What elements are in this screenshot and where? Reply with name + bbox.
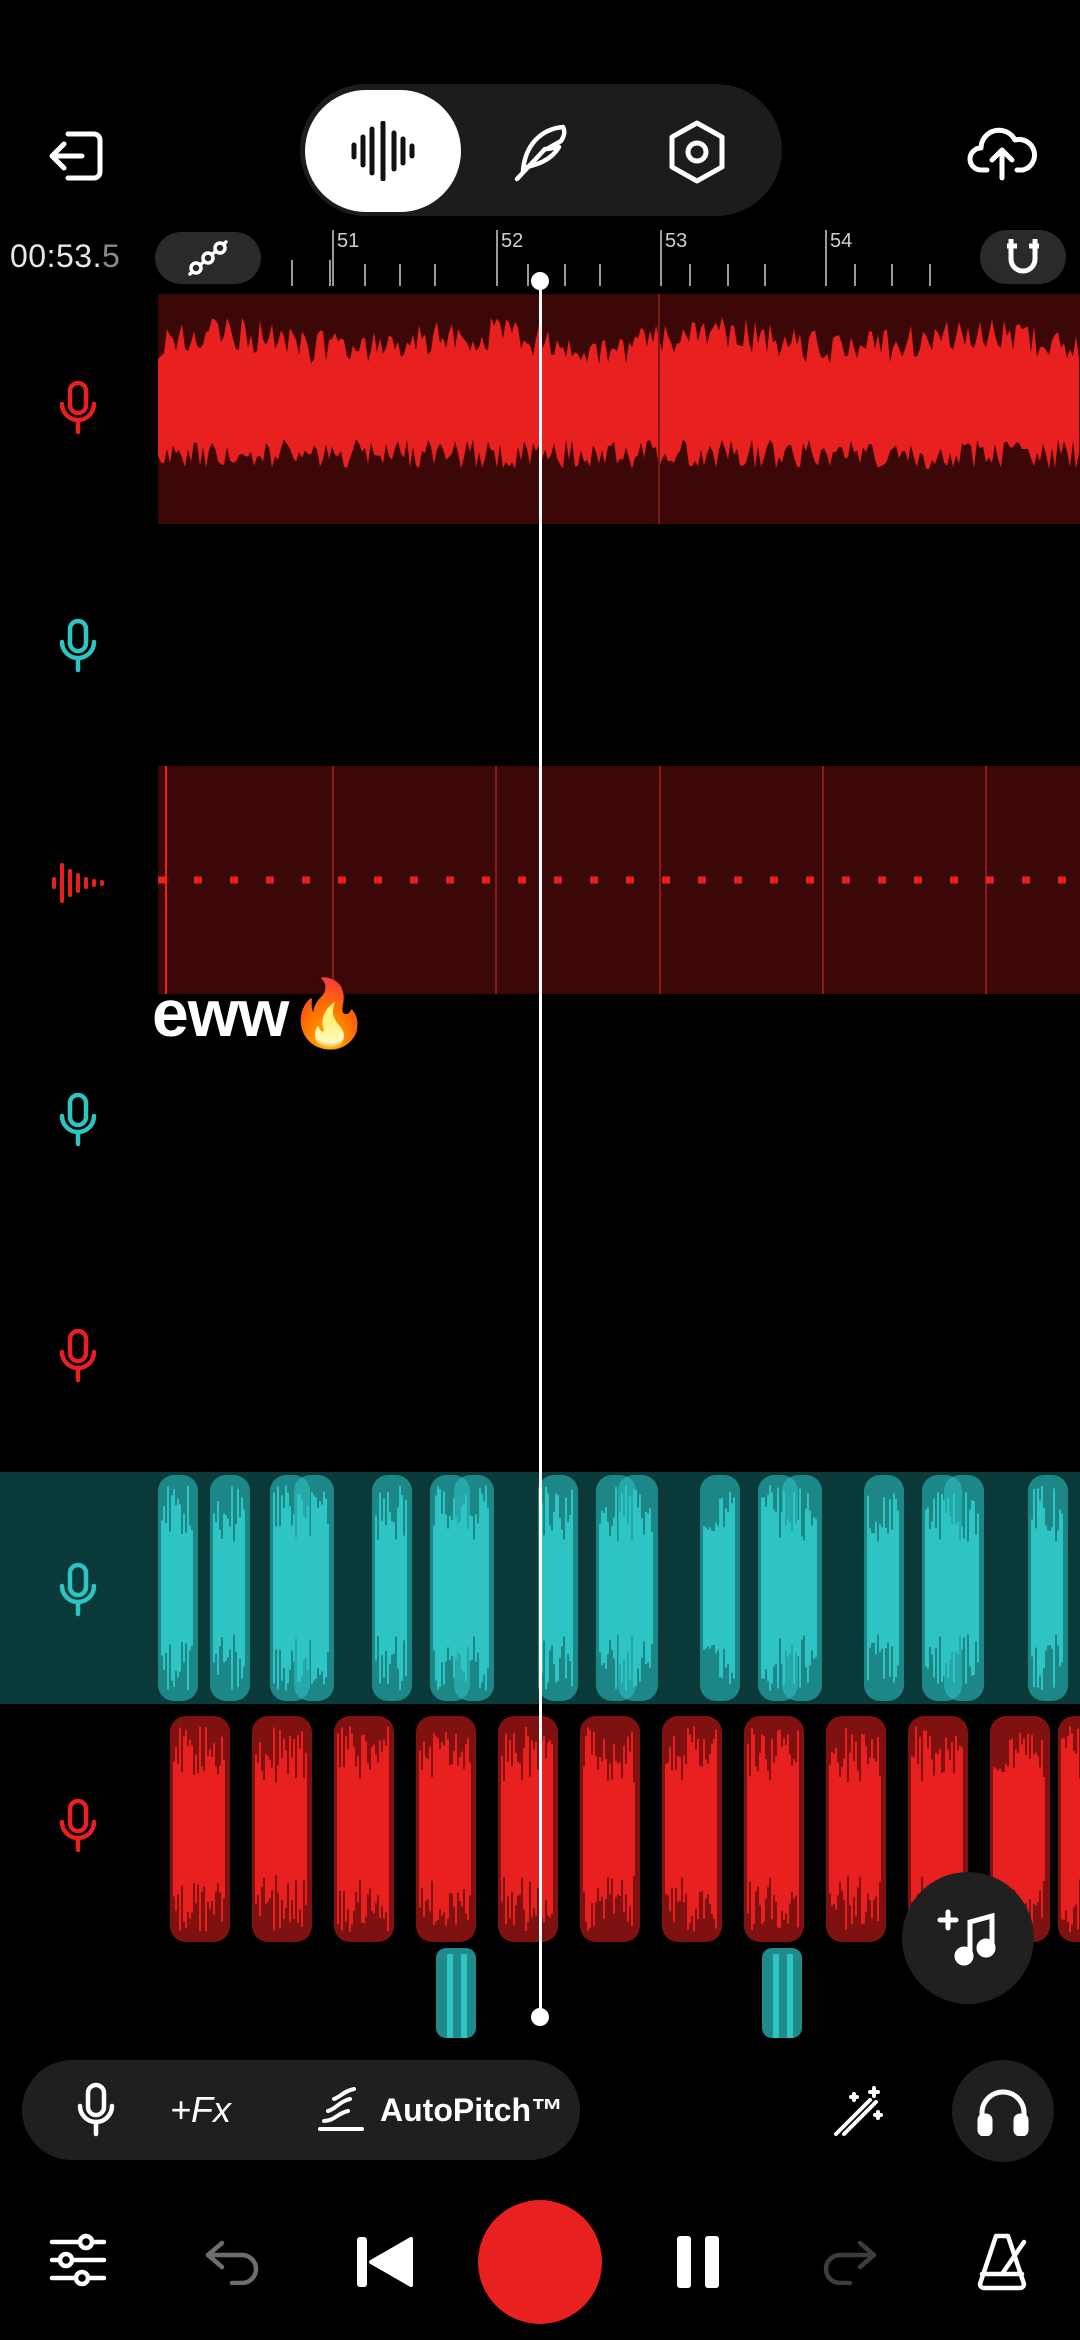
undo-icon — [202, 2235, 262, 2285]
exit-button[interactable] — [40, 120, 112, 192]
audio-clip[interactable] — [416, 1716, 476, 1942]
beat-waveform-icon — [48, 859, 108, 907]
audio-clip[interactable] — [210, 1475, 250, 1701]
mic-icon — [58, 1092, 98, 1148]
automation-icon — [186, 238, 230, 278]
mic-icon — [58, 1562, 98, 1618]
audio-clip[interactable] — [864, 1475, 904, 1701]
mixer-sliders-icon — [48, 2230, 108, 2290]
playhead[interactable] — [539, 280, 542, 2018]
cloud-upload-icon — [967, 122, 1037, 182]
track-1-clip[interactable] — [158, 294, 1080, 524]
mic-icon — [58, 1798, 98, 1854]
audio-clip[interactable] — [618, 1475, 658, 1701]
autopitch-button[interactable]: AutoPitch™ — [316, 2080, 563, 2140]
track-6-clips[interactable] — [158, 1472, 1080, 1704]
audio-clip[interactable] — [454, 1475, 494, 1701]
tab-settings[interactable] — [655, 110, 739, 194]
ruler-label: 53 — [665, 230, 688, 252]
headphones-button[interactable] — [952, 2060, 1054, 2162]
audio-clip[interactable] — [662, 1716, 722, 1942]
metronome-icon — [972, 2232, 1032, 2292]
track-3-beat-button[interactable] — [40, 845, 116, 921]
autopitch-icon — [316, 2087, 366, 2133]
redo-icon — [820, 2235, 880, 2285]
audio-clip[interactable] — [498, 1716, 558, 1942]
mic-icon — [58, 380, 98, 436]
track-7-mic-button[interactable] — [40, 1788, 116, 1864]
mic-icon — [58, 1328, 98, 1384]
wand-icon — [830, 2084, 886, 2140]
audio-clip[interactable] — [700, 1475, 740, 1701]
track-8-clip[interactable] — [436, 1948, 476, 2038]
automation-button[interactable] — [155, 232, 261, 284]
pause-icon — [675, 2234, 721, 2290]
track-2-mic-button[interactable] — [40, 608, 116, 684]
track-3-beat-markers — [158, 766, 1080, 994]
audio-clip[interactable] — [826, 1716, 886, 1942]
audio-clip[interactable] — [334, 1716, 394, 1942]
mic-icon — [58, 618, 98, 674]
hex-settings-icon — [666, 119, 728, 185]
audio-clip[interactable] — [170, 1716, 230, 1942]
metronome-button[interactable] — [962, 2222, 1042, 2302]
track-8-clip[interactable] — [762, 1948, 802, 2038]
audio-clip[interactable] — [782, 1475, 822, 1701]
audio-clip[interactable] — [580, 1716, 640, 1942]
track-3-beat-clip[interactable] — [158, 766, 1080, 994]
playhead-top-handle[interactable] — [531, 272, 549, 290]
skip-back-button[interactable] — [344, 2222, 424, 2302]
record-button[interactable] — [478, 2200, 602, 2324]
tab-waveform[interactable] — [305, 90, 461, 212]
record-input-button[interactable] — [58, 2072, 134, 2148]
redo-button[interactable] — [812, 2222, 888, 2298]
waveform-shape — [158, 316, 1079, 469]
ruler-label: 51 — [337, 230, 360, 252]
audio-clip[interactable] — [944, 1475, 984, 1701]
audio-clip[interactable] — [294, 1475, 334, 1701]
playhead-bottom-handle[interactable] — [531, 2008, 549, 2026]
cloud-upload-button[interactable] — [960, 110, 1044, 194]
pause-button[interactable] — [660, 2222, 736, 2302]
playback-time: 00:53.5 — [10, 238, 121, 274]
ruler-label: 54 — [830, 230, 853, 252]
mic-icon — [76, 2082, 116, 2138]
track-6-mic-button[interactable] — [40, 1552, 116, 1628]
caption-sticker: eww🔥 — [152, 976, 371, 1050]
skip-back-icon — [353, 2233, 415, 2291]
track-1-mic-button[interactable] — [40, 370, 116, 446]
audio-clip[interactable] — [372, 1475, 412, 1701]
headphones-icon — [976, 2086, 1030, 2136]
audio-clip[interactable] — [252, 1716, 312, 1942]
clip-divider — [658, 294, 660, 524]
magnet-icon — [1005, 237, 1041, 277]
add-fx-button[interactable]: +Fx — [170, 2080, 231, 2140]
magic-wand-button[interactable] — [818, 2072, 898, 2152]
track-4-mic-button[interactable] — [40, 1082, 116, 1158]
track-5-mic-button[interactable] — [40, 1318, 116, 1394]
feather-icon — [511, 121, 573, 183]
waveform-icon — [348, 121, 418, 181]
timeline-ruler[interactable] — [270, 220, 970, 290]
audio-clip[interactable] — [538, 1475, 578, 1701]
tab-feather[interactable] — [500, 110, 584, 194]
add-note-icon — [936, 1906, 1000, 1970]
audio-clip[interactable] — [1028, 1475, 1068, 1701]
audio-clip[interactable] — [158, 1475, 198, 1701]
audio-clip[interactable] — [744, 1716, 804, 1942]
exit-icon — [46, 128, 106, 184]
audio-clip[interactable] — [1058, 1716, 1080, 1942]
snap-magnet-button[interactable] — [980, 230, 1066, 284]
mixer-button[interactable] — [40, 2222, 116, 2298]
track-1-waveform — [158, 316, 1079, 469]
ruler-label: 52 — [501, 230, 524, 252]
add-note-button[interactable] — [902, 1872, 1034, 2004]
track-6-waveform — [158, 1475, 1068, 1701]
autopitch-label: AutoPitch™ — [380, 2091, 564, 2128]
undo-button[interactable] — [194, 2222, 270, 2298]
